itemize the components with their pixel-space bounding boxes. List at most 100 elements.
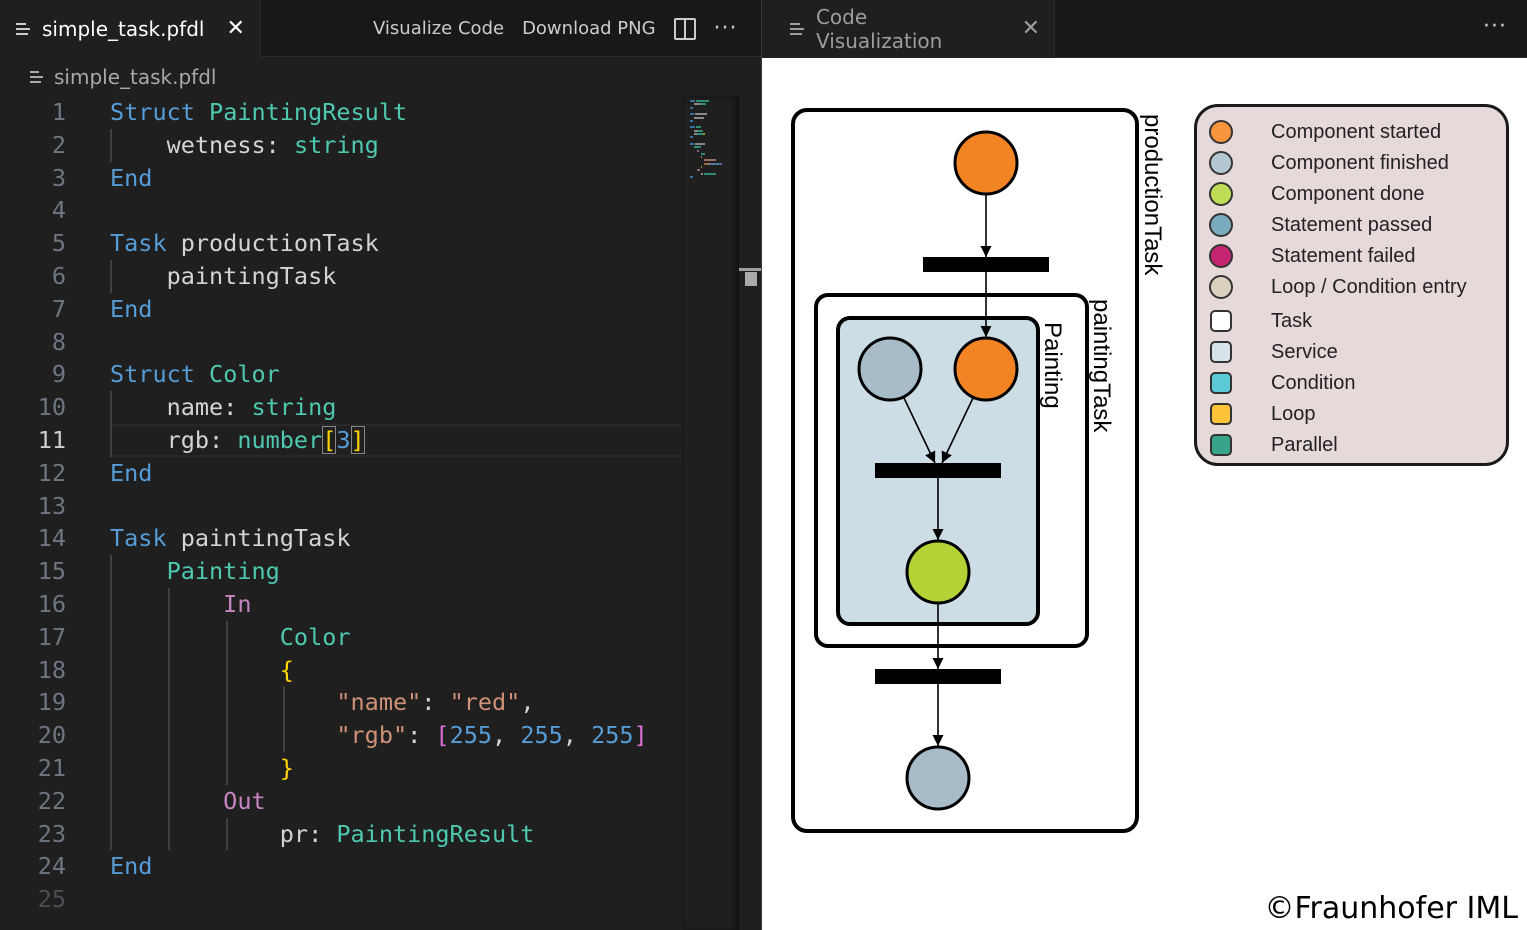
right-editor-group: Code Visualization ✕ ··· productionTask …: [761, 0, 1527, 930]
code-line[interactable]: 10 name: string: [0, 391, 682, 424]
editor-actions: Visualize Code Download PNG ···: [373, 0, 738, 57]
code-token: :: [407, 721, 436, 750]
code-text: Task paintingTask: [110, 522, 351, 555]
legend-label: Loop / Condition entry: [1271, 275, 1467, 298]
visualize-code-button[interactable]: Visualize Code: [373, 18, 504, 39]
code-token: [: [435, 721, 450, 750]
line-number: 21: [37, 753, 66, 782]
minimap-token: [690, 100, 696, 102]
code-line[interactable]: 2 wetness: string: [0, 128, 682, 162]
more-actions-icon[interactable]: ···: [1483, 14, 1507, 39]
code-line[interactable]: 18 {: [0, 653, 682, 687]
minimap[interactable]: [682, 96, 738, 930]
line-number: 7: [51, 294, 66, 323]
code-token: Task: [110, 229, 167, 258]
code-token: End: [110, 163, 153, 192]
legend: Component started Component finished Compo…: [1194, 104, 1509, 466]
code-line[interactable]: 1 Struct PaintingResult: [0, 96, 682, 129]
code-line[interactable]: 14 Task paintingTask: [0, 522, 682, 555]
code-line[interactable]: 13: [0, 490, 682, 523]
minimap-token: [690, 175, 693, 178]
container-label-Painting: Painting: [1039, 322, 1066, 409]
close-icon[interactable]: ✕: [226, 18, 244, 40]
line-number: 20: [37, 721, 66, 750]
place-productionTask-finished[interactable]: [905, 745, 971, 811]
code-line[interactable]: 5 Task productionTask: [0, 227, 682, 260]
code-text: Out: [110, 785, 265, 818]
code-token: Color: [110, 622, 351, 651]
code-text: Color: [110, 621, 351, 654]
code-token: paintingTask: [110, 261, 337, 290]
line-number: 18: [37, 655, 66, 684]
code-line[interactable]: 11 rgb: number[3]: [0, 423, 682, 457]
tab-label: simple_task.pfdl: [42, 17, 205, 41]
code-line[interactable]: 9 Struct Color: [0, 358, 682, 391]
more-actions-icon[interactable]: ···: [714, 16, 738, 41]
split-editor-icon[interactable]: [673, 17, 696, 40]
scroll-thumb[interactable]: [745, 272, 757, 286]
code-token: Color: [209, 360, 280, 389]
code-token: :: [421, 688, 450, 717]
legend-label: Loop: [1271, 402, 1316, 425]
code-line[interactable]: 8: [0, 326, 682, 359]
legend-square-icon: [1210, 341, 1232, 363]
legend-label: Component done: [1271, 182, 1425, 205]
minimap-token: [690, 136, 693, 139]
legend-label: Statement failed: [1271, 244, 1416, 267]
code-line[interactable]: 23 pr: PaintingResult: [0, 817, 682, 851]
line-number: 2: [51, 130, 66, 159]
code-line[interactable]: 7 End: [0, 293, 682, 326]
code-line[interactable]: 16 In: [0, 587, 682, 621]
code-line[interactable]: 15 Painting: [0, 555, 682, 588]
place-painting-finished[interactable]: [857, 336, 923, 402]
code-line[interactable]: 24 End: [0, 850, 682, 883]
code-text: {: [110, 654, 294, 687]
legend-item: Component done: [1209, 179, 1424, 209]
breadcrumb-file[interactable]: simple_task.pfdl: [54, 65, 216, 89]
code-line[interactable]: 20 "rgb": [255, 255, 255]: [0, 719, 682, 752]
code-line[interactable]: 12 End: [0, 457, 682, 490]
code-line[interactable]: 22 Out: [0, 784, 682, 818]
download-png-button[interactable]: Download PNG: [522, 18, 655, 39]
tab-simple-task[interactable]: simple_task.pfdl ✕: [0, 0, 261, 58]
legend-label: Task: [1271, 309, 1313, 332]
code-editor[interactable]: 1 Struct PaintingResult 2 wetness: string 3…: [0, 96, 682, 916]
line-number: 22: [37, 786, 66, 815]
code-token: End: [110, 458, 153, 487]
copyright-text: ©Fraunhofer IML: [1264, 891, 1518, 926]
place-painting-started[interactable]: [953, 336, 1019, 402]
close-icon[interactable]: ✕: [1022, 18, 1040, 40]
code-line[interactable]: 25: [0, 883, 682, 916]
minimap-token: [693, 116, 705, 119]
legend-item: Component started: [1209, 117, 1441, 147]
code-text: pr: PaintingResult: [110, 818, 535, 851]
code-text: End: [110, 457, 152, 490]
code-line[interactable]: 4: [0, 194, 682, 227]
line-number: 9: [51, 360, 66, 389]
place-productionTask-started[interactable]: [953, 130, 1019, 196]
code-text: End: [110, 162, 152, 195]
left-tab-bar: simple_task.pfdl ✕ Visualize Code Downlo…: [0, 0, 761, 58]
code-token: End: [110, 294, 153, 323]
place-painting-done[interactable]: [905, 539, 971, 605]
line-number: 4: [51, 196, 66, 225]
code-text: In: [110, 588, 251, 621]
legend-circle-icon: [1209, 213, 1233, 237]
legend-label: Component finished: [1271, 151, 1449, 174]
vertical-scrollbar[interactable]: [738, 96, 762, 930]
minimap-token: [715, 159, 717, 162]
code-line[interactable]: 6 paintingTask: [0, 259, 682, 293]
code-token: wetness:: [110, 130, 294, 159]
code-line[interactable]: 3 End: [0, 162, 682, 195]
legend-label: Component started: [1271, 120, 1442, 143]
tab-code-visualization[interactable]: Code Visualization ✕: [762, 0, 1055, 58]
code-token: Struct: [110, 98, 195, 126]
code-line[interactable]: 19 "name": "red",: [0, 686, 682, 720]
minimap-token: [704, 133, 706, 135]
code-token: ,: [492, 721, 521, 750]
line-number: 16: [37, 589, 66, 618]
code-token: productionTask: [166, 229, 379, 258]
code-line[interactable]: 21 }: [0, 751, 682, 785]
code-token: Painting: [110, 557, 280, 586]
code-line[interactable]: 17 Color: [0, 620, 682, 654]
